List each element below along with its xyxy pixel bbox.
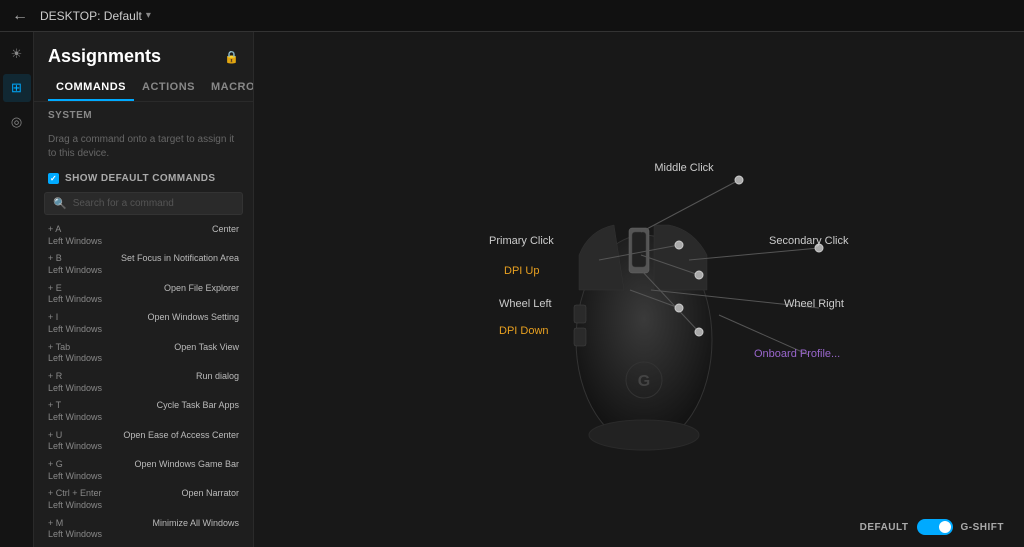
sidebar-item-performance[interactable]: ◎ [3,108,31,136]
page-title: Assignments [48,46,161,67]
list-item[interactable]: + MLeft Windows Minimize All Windows [40,515,247,544]
tab-commands[interactable]: COMMANDS [48,75,134,101]
mouse-diagram: G [389,80,889,500]
checkbox-icon: ✓ [48,173,59,184]
toggle-knob [939,521,951,533]
tab-bar: COMMANDS ACTIONS MACROS [34,75,253,102]
bottom-bar: DEFAULT G-SHIFT [860,519,1004,535]
subtab-system: SYSTEM [34,106,253,127]
list-item[interactable]: + ULeft Windows Open Ease of Access Cent… [40,427,247,456]
list-item[interactable]: + Ctrl + EnterLeft Windows Open Narrator [40,485,247,514]
search-box: 🔍 [44,192,243,215]
desktop-selector[interactable]: DESKTOP: Default ▾ [40,9,151,23]
onboard-profile-label: Onboard Profile... [754,348,840,360]
default-label: DEFAULT [860,522,909,533]
list-item[interactable]: + ELeft Windows Open File Explorer [40,280,247,309]
topbar: ← DESKTOP: Default ▾ [0,0,1024,32]
main-layout: ☀ ⊞ ◎ Assignments 🔒 COMMANDS ACTIONS MAC… [0,32,1024,547]
show-default-toggle[interactable]: ✓ SHOW DEFAULT COMMANDS [34,169,253,192]
list-item[interactable]: + BLeft Windows Set Focus in Notificatio… [40,250,247,279]
secondary-click-label: Secondary Click [769,235,848,247]
dpi-down-label: DPI Down [499,325,549,337]
sidebar-item-lighting[interactable]: ☀ [3,40,31,68]
gshift-label: G-SHIFT [961,522,1005,533]
show-default-label: SHOW DEFAULT COMMANDS [65,173,215,184]
commands-list: + ALeft Windows Center + BLeft Windows S… [34,221,253,547]
list-item[interactable]: + GLeft Windows Open Windows Game Bar [40,456,247,485]
sidebar-item-assignments[interactable]: ⊞ [3,74,31,102]
list-item[interactable]: + TabLeft Windows Open Task View [40,339,247,368]
wheel-right-label: Wheel Right [784,298,844,310]
tab-macros[interactable]: MACROS [203,75,254,101]
back-button[interactable]: ← [12,7,28,25]
mode-toggle[interactable] [917,519,953,535]
list-item[interactable]: + ILeft Windows Open Windows Setting [40,309,247,338]
list-item[interactable]: + ALeft Windows Center [40,221,247,250]
primary-click-label: Primary Click [489,235,554,247]
wheel-left-label: Wheel Left [499,298,552,310]
drag-hint: Drag a command onto a target to assign i… [34,127,253,169]
chevron-down-icon: ▾ [146,10,151,21]
icon-sidebar: ☀ ⊞ ◎ [0,32,34,547]
left-panel: Assignments 🔒 COMMANDS ACTIONS MACROS SY… [34,32,254,547]
list-item[interactable]: + RLeft Windows Run dialog [40,368,247,397]
list-item[interactable]: + TLeft Windows Cycle Task Bar Apps [40,397,247,426]
right-panel: G [254,32,1024,547]
search-icon: 🔍 [53,197,67,210]
dpi-up-label: DPI Up [504,265,539,277]
tab-actions[interactable]: ACTIONS [134,75,203,101]
search-input[interactable] [73,198,234,209]
lock-icon: 🔒 [224,50,239,64]
panel-header: Assignments 🔒 [34,32,253,75]
svg-text:G: G [638,373,650,390]
desktop-label: DESKTOP: Default [40,9,142,23]
mouse-svg: G [389,80,889,500]
middle-click-label: Middle Click [654,162,713,174]
